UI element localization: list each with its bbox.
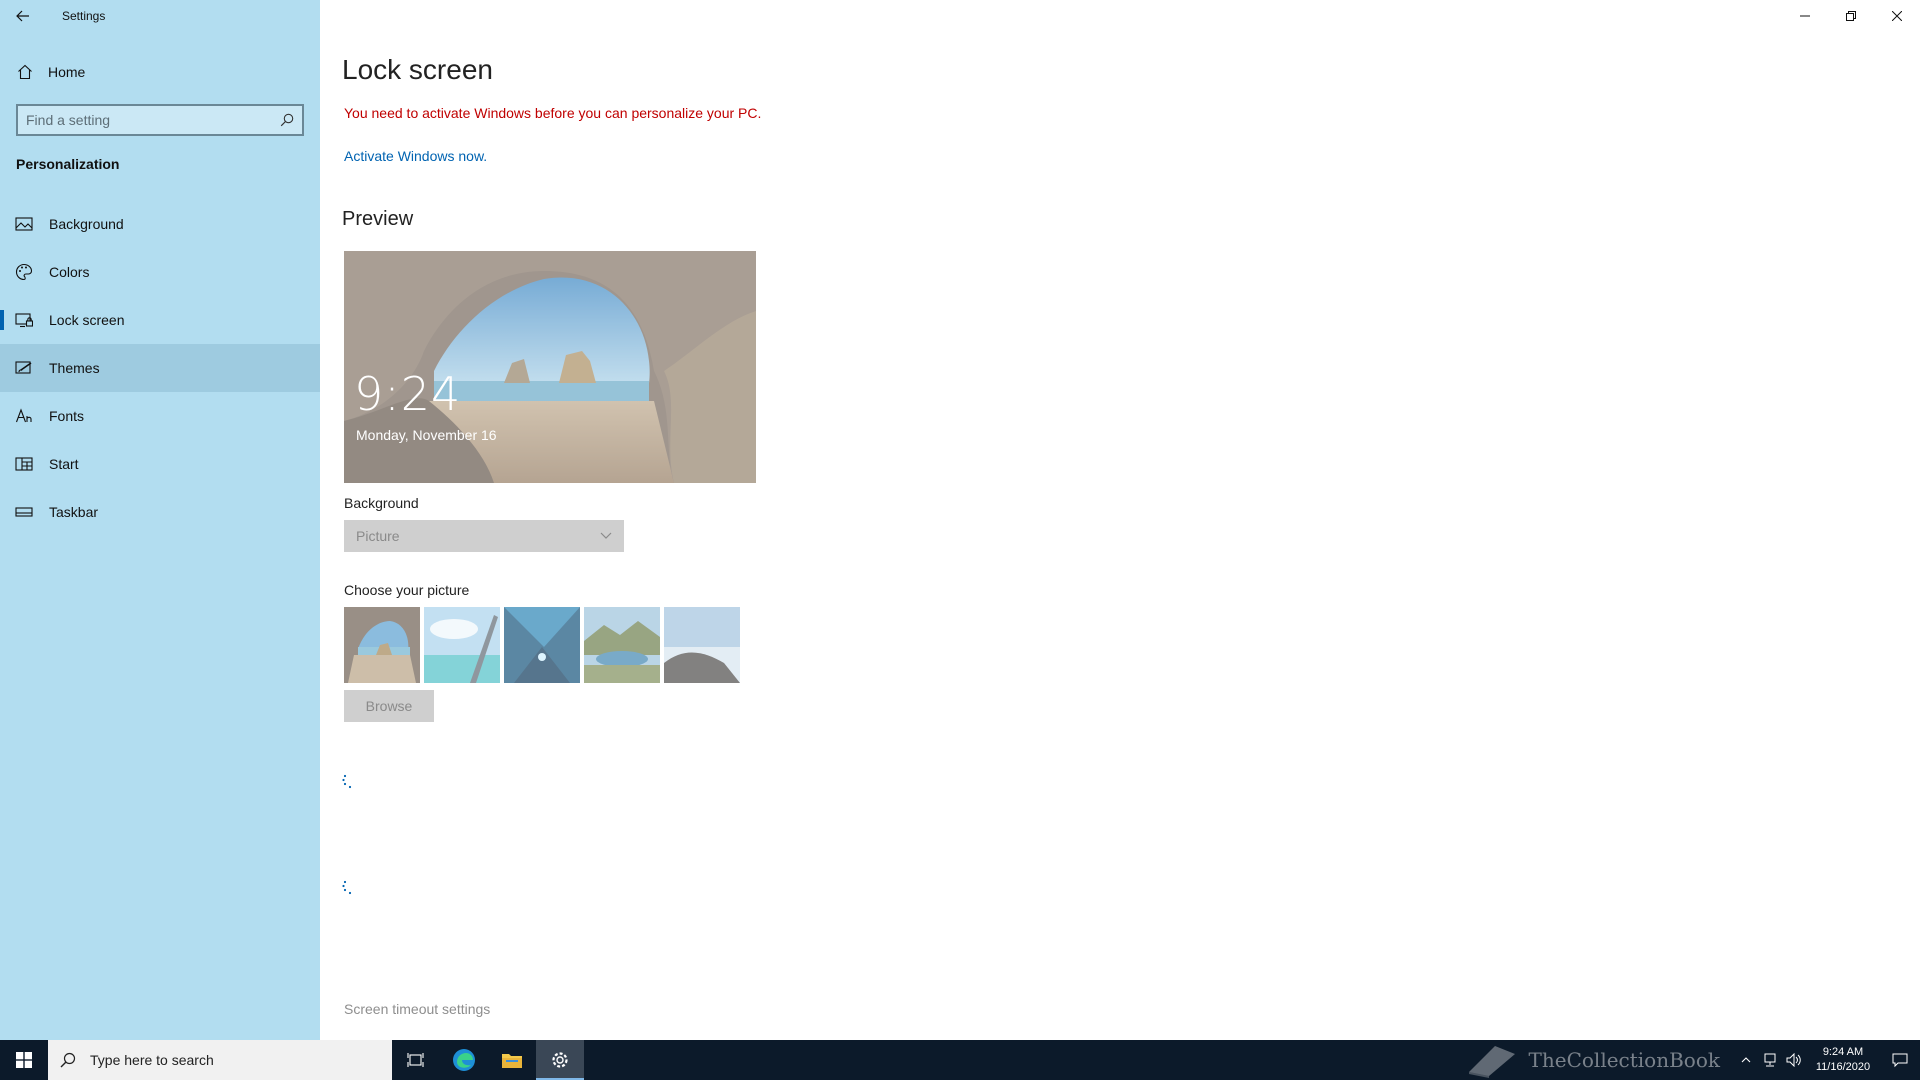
- book-logo-icon: [1468, 1046, 1515, 1078]
- edge-browser-icon: [453, 1049, 475, 1071]
- activation-warning: You need to activate Windows before you …: [344, 105, 762, 121]
- sidebar-item-themes[interactable]: Themes: [0, 344, 320, 392]
- windows-logo-icon: [16, 1052, 32, 1068]
- home-icon: [16, 63, 34, 81]
- picture-thumbnail[interactable]: [424, 607, 500, 683]
- sidebar-item-lock-screen[interactable]: Lock screen: [0, 296, 320, 344]
- preview-heading: Preview: [342, 208, 414, 230]
- taskbar-search-placeholder: Type here to search: [90, 1052, 214, 1068]
- start-grid-icon: [15, 455, 33, 473]
- sidebar-item-background[interactable]: Background: [0, 200, 320, 248]
- settings-search-box[interactable]: [16, 104, 304, 136]
- loading-spinner-icon: [342, 774, 352, 789]
- settings-search-input[interactable]: [26, 112, 280, 128]
- sidebar-item-label: Taskbar: [49, 504, 99, 520]
- back-arrow-icon: [16, 10, 29, 22]
- sidebar-item-start[interactable]: Start: [0, 440, 320, 488]
- main-content: Lock screen You need to activate Windows…: [342, 0, 1902, 1040]
- taskbar-icon: [15, 503, 33, 521]
- edge-button[interactable]: [440, 1040, 488, 1080]
- sidebar-item-fonts[interactable]: Fonts: [0, 392, 320, 440]
- brush-icon: [15, 359, 33, 377]
- speaker-icon: [1786, 1053, 1801, 1067]
- task-view-button[interactable]: [392, 1040, 440, 1080]
- notification-icon: [1892, 1053, 1908, 1068]
- start-button[interactable]: [0, 1040, 48, 1080]
- sidebar-item-label: Colors: [49, 264, 90, 280]
- screen-timeout-link[interactable]: Screen timeout settings: [344, 1001, 490, 1017]
- taskbar-clock[interactable]: 9:24 AM 11/16/2020: [1806, 1045, 1880, 1075]
- task-view-icon: [407, 1053, 424, 1067]
- watermark-text: TheCollectionBook: [1528, 1048, 1720, 1072]
- background-dropdown-value: Picture: [356, 528, 400, 544]
- chevron-up-icon: [1741, 1057, 1751, 1063]
- picture-thumbnail[interactable]: [584, 607, 660, 683]
- picture-icon: [15, 215, 33, 233]
- palette-icon: [15, 263, 33, 281]
- loading-spinner-icon: [342, 880, 352, 895]
- font-icon: [15, 407, 33, 425]
- choose-picture-label: Choose your picture: [344, 582, 470, 598]
- monitor-lock-icon: [15, 311, 33, 329]
- sidebar-item-label: Background: [49, 216, 124, 232]
- nav-home[interactable]: Home: [0, 52, 320, 92]
- sidebar-item-colors[interactable]: Colors: [0, 248, 320, 296]
- network-icon: [1764, 1053, 1776, 1067]
- section-title: Personalization: [16, 156, 120, 172]
- background-dropdown[interactable]: Picture: [344, 520, 624, 552]
- sidebar-item-label: Fonts: [49, 408, 85, 424]
- sidebar: Settings Home Personalization Background…: [0, 0, 320, 1040]
- app-title: Settings: [62, 9, 106, 23]
- clock-date: 11/16/2020: [1815, 1061, 1871, 1073]
- lock-screen-preview: 9:24 Monday, November 16: [344, 251, 756, 483]
- activate-windows-link[interactable]: Activate Windows now.: [344, 148, 487, 164]
- sidebar-item-taskbar[interactable]: Taskbar: [0, 488, 320, 536]
- picture-thumbnail[interactable]: [664, 607, 740, 683]
- taskbar-search-box[interactable]: Type here to search: [48, 1040, 392, 1080]
- system-tray: 9:24 AM 11/16/2020: [1734, 1040, 1920, 1080]
- sidebar-item-label: Start: [49, 456, 79, 472]
- folder-icon: [502, 1054, 522, 1068]
- back-button[interactable]: [0, 0, 46, 32]
- clock-time: 9:24 AM: [1822, 1046, 1864, 1058]
- browse-button[interactable]: Browse: [344, 690, 434, 722]
- sidebar-item-label: Lock screen: [49, 312, 125, 328]
- page-title: Lock screen: [342, 54, 493, 85]
- picture-thumbnails: [344, 607, 740, 683]
- picture-thumbnail[interactable]: [344, 607, 420, 683]
- search-icon[interactable]: [280, 113, 294, 127]
- show-hidden-icons-button[interactable]: [1734, 1040, 1758, 1080]
- file-explorer-button[interactable]: [488, 1040, 536, 1080]
- background-label: Background: [344, 495, 419, 511]
- nav-list: Background Colors Lock screen Themes Fon…: [0, 200, 320, 536]
- watermark: TheCollectionBook: [1465, 1040, 1720, 1080]
- title-bar: Settings: [0, 0, 320, 32]
- sidebar-item-label: Themes: [49, 360, 100, 376]
- nav-home-label: Home: [48, 64, 86, 80]
- taskbar: Type here to search 9:24 AM 11/16/2020 T…: [0, 1040, 1920, 1080]
- preview-time: 9:24: [354, 367, 462, 421]
- network-button[interactable]: [1758, 1040, 1782, 1080]
- action-center-button[interactable]: [1880, 1040, 1920, 1080]
- volume-button[interactable]: [1782, 1040, 1806, 1080]
- picture-thumbnail[interactable]: [504, 607, 580, 683]
- settings-taskbar-button[interactable]: [536, 1040, 584, 1080]
- search-icon: [60, 1052, 76, 1068]
- gear-icon: [552, 1052, 568, 1068]
- chevron-down-icon: [600, 532, 612, 539]
- preview-date: Monday, November 16: [356, 427, 497, 443]
